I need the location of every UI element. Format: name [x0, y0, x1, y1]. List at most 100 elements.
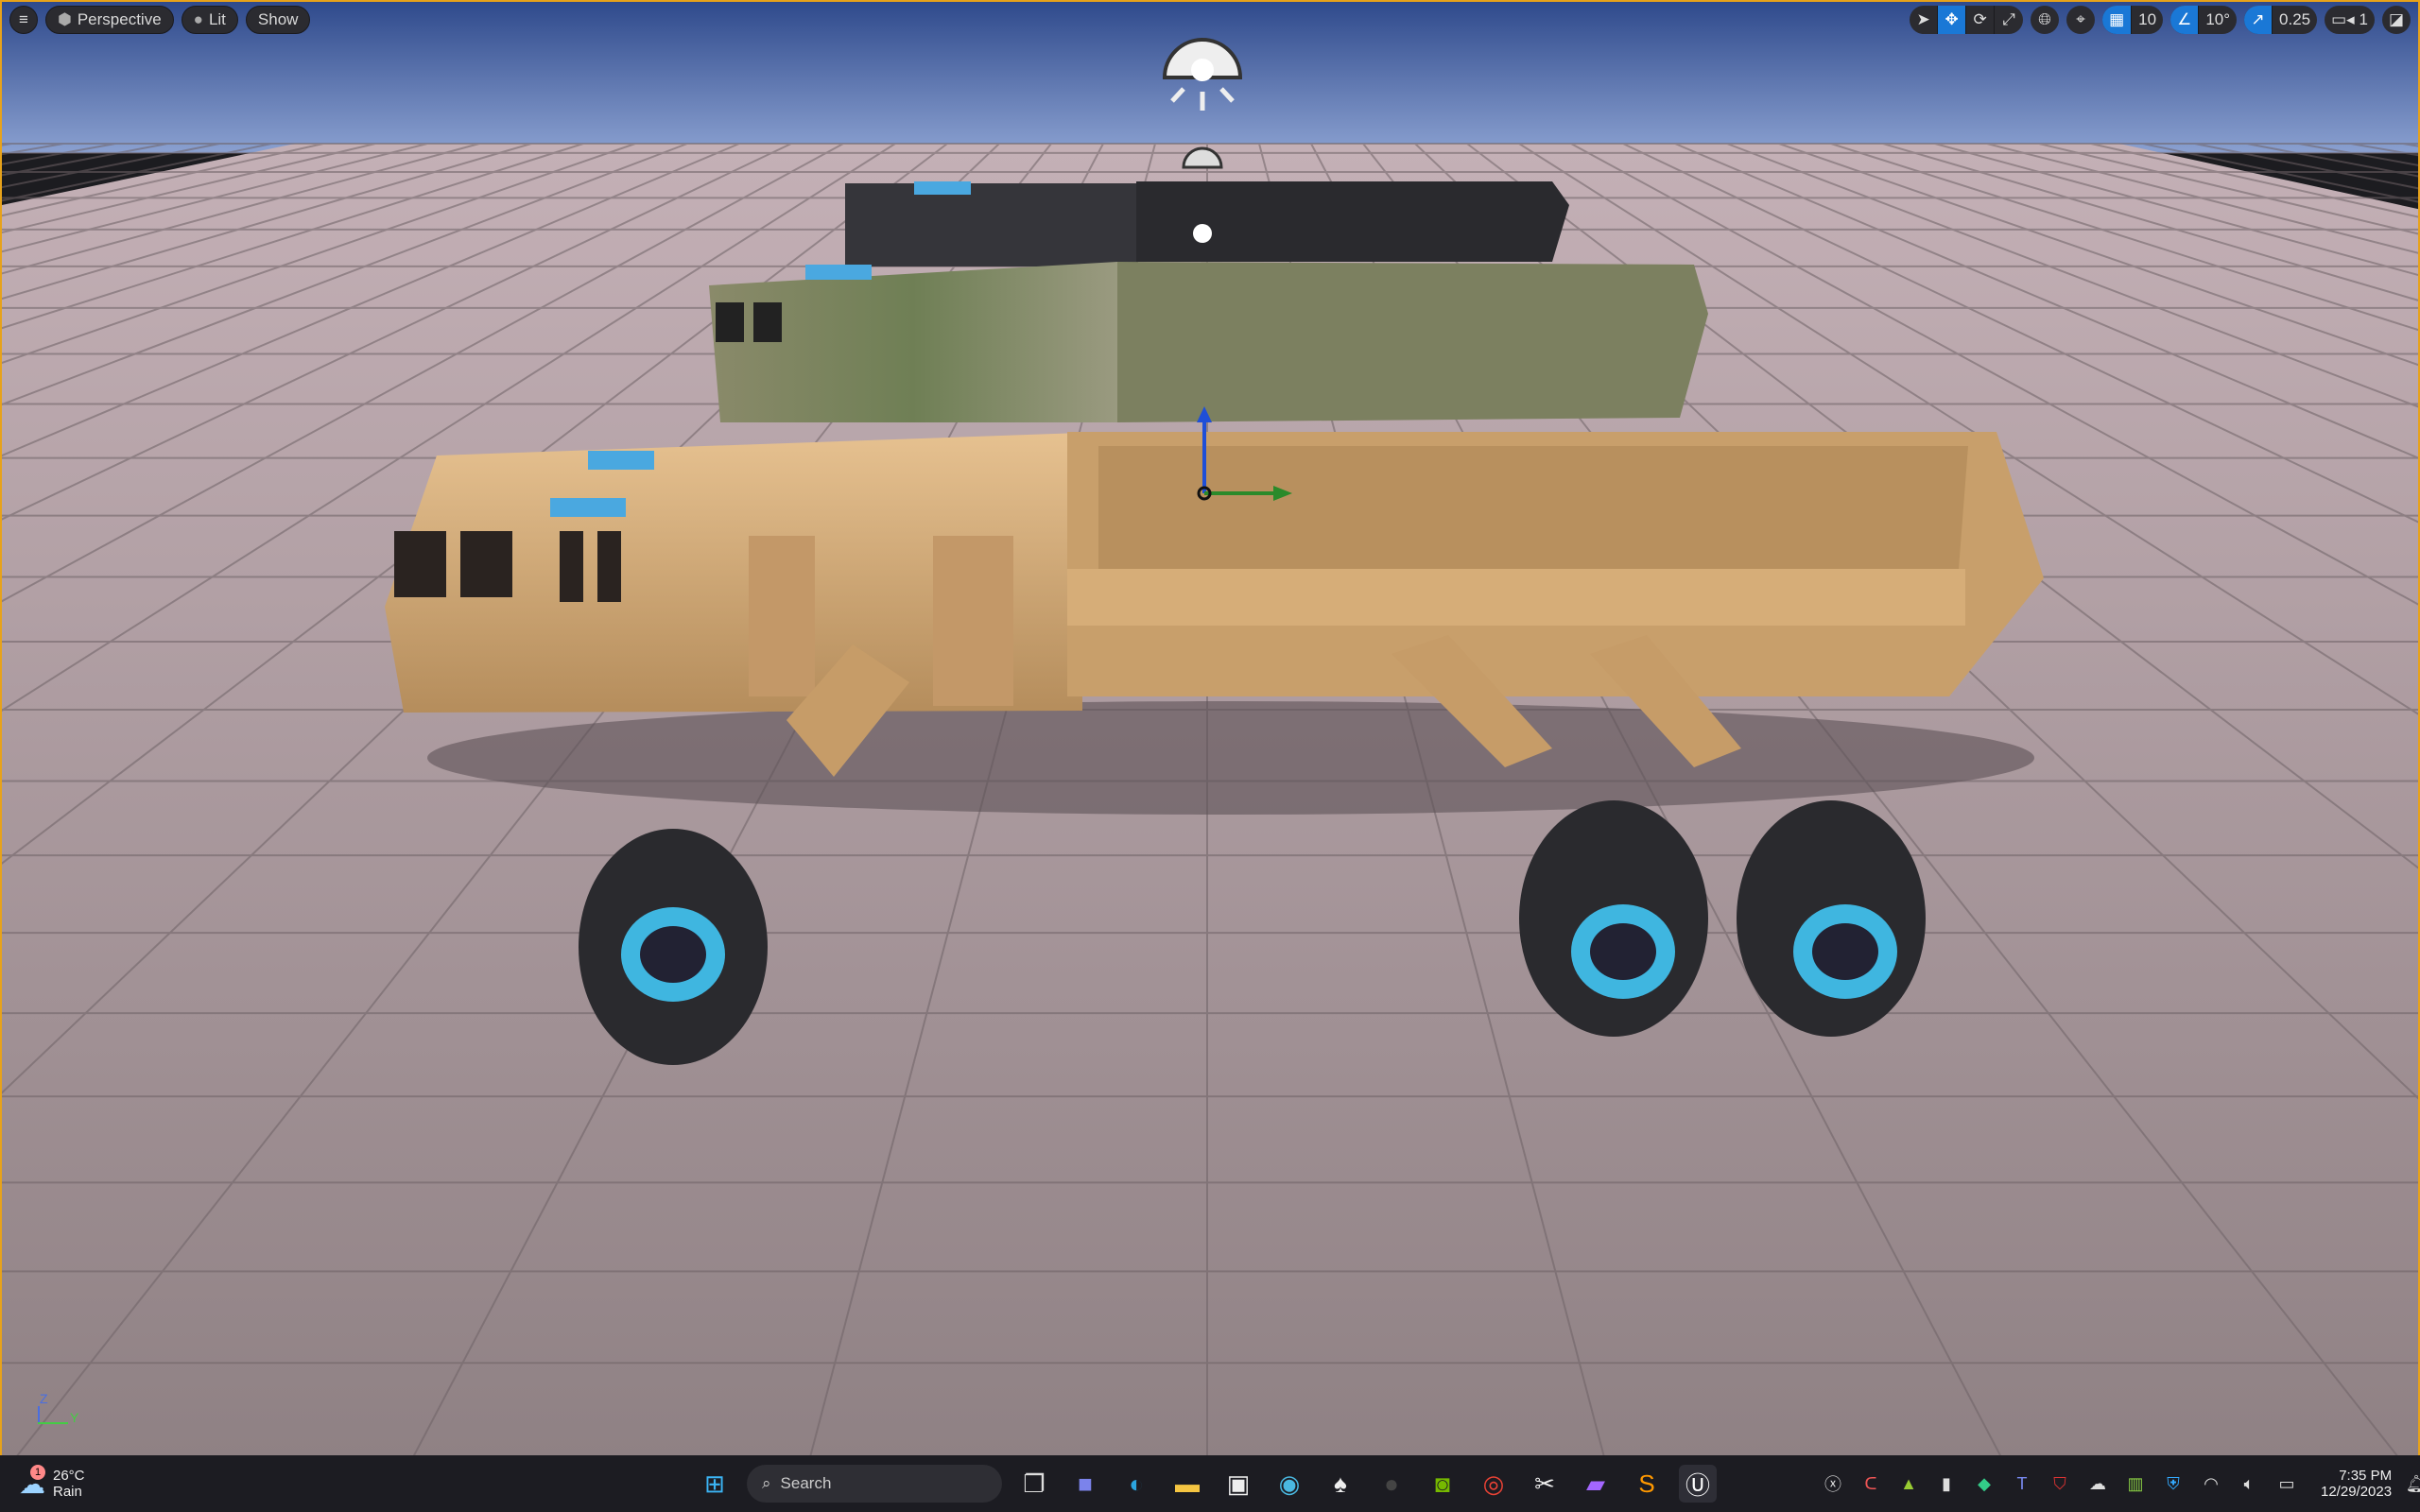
weather-temp: 26°C [53, 1468, 85, 1484]
grid-icon: ▦ [2109, 10, 2125, 28]
search-icon: ⌕ [762, 1474, 771, 1492]
select-mode-button[interactable]: ➤ [1910, 6, 1939, 34]
paint-app[interactable]: ◉ [1270, 1465, 1308, 1503]
vehicle-dark[interactable] [845, 181, 1569, 266]
sublime-app[interactable]: S [1628, 1465, 1666, 1503]
clipchamp-app[interactable]: ▰ [1577, 1465, 1615, 1503]
clipchamp-icon: ▰ [1586, 1469, 1605, 1498]
snip-icon: ✂ [1534, 1469, 1555, 1498]
folder-icon: ▬ [1175, 1469, 1200, 1498]
store-icon: ▣ [1226, 1469, 1251, 1498]
tray-app-icon[interactable]: ᑕ [1858, 1474, 1884, 1494]
maximize-icon: ◪ [2388, 10, 2404, 28]
scale-icon: ⤢ [2002, 10, 2015, 28]
tray-green-icon[interactable]: ◆ [1971, 1474, 1997, 1494]
perspective-button[interactable]: ⬢ Perspective [45, 6, 174, 34]
show-button[interactable]: Show [245, 6, 311, 34]
scale-arrow-icon: ↗ [2251, 10, 2265, 28]
onedrive-icon[interactable]: ☁ [2084, 1474, 2111, 1494]
xbox-icon[interactable]: ⓧ [1820, 1471, 1846, 1496]
sublime-icon: S [1638, 1469, 1655, 1498]
grid-snap-toggle[interactable]: ▦ [2102, 6, 2133, 34]
notification-bell-icon[interactable]: 🔔︎ [2403, 1474, 2420, 1494]
dark-app-icon: ● [1384, 1469, 1399, 1498]
weather-widget[interactable]: ☁ 1 26°C Rain [19, 1464, 85, 1500]
wheel [579, 829, 768, 1065]
task-view-icon: ❐ [1023, 1469, 1046, 1498]
camera-speed-button[interactable]: ▭◂ 1 [2325, 6, 2375, 34]
surface-snap-icon: ⌖ [2076, 10, 2085, 28]
unreal-icon: Ⓤ [1685, 1470, 1710, 1500]
lit-label: Lit [208, 10, 226, 28]
viewport-menu-button[interactable]: ≡ [9, 6, 38, 34]
time: 7:35 PM [2339, 1468, 2393, 1484]
edge-app[interactable]: ◐ [1117, 1465, 1155, 1503]
chrome-icon: ◎ [1482, 1469, 1505, 1498]
dark-app[interactable]: ● [1373, 1465, 1410, 1503]
battery-icon[interactable]: ▭ [2273, 1474, 2300, 1494]
file-explorer-app[interactable]: ▬ [1168, 1465, 1206, 1503]
alienware-app[interactable]: ♠ [1322, 1465, 1359, 1503]
start-button[interactable]: ⊞ [696, 1465, 734, 1503]
axis-z-label: Z [40, 1391, 48, 1406]
nvidia-app[interactable]: ◙ [1424, 1465, 1461, 1503]
volume-icon[interactable]: 🔈︎ [2236, 1474, 2262, 1494]
store-app[interactable]: ▣ [1219, 1465, 1257, 1503]
taskbar: ☁ 1 26°C Rain ⊞ ⌕ Search ❐ ■ ◐ ▬ ▣ ◉ ♠ ● ◙ … [0, 1455, 2420, 1512]
mcafee-icon[interactable]: ⛉ [2047, 1474, 2073, 1494]
rotation-snap-toggle[interactable]: ∠ [2170, 6, 2200, 34]
rotate-icon: ⟳ [1973, 10, 1987, 28]
show-label: Show [257, 10, 299, 28]
edge-icon: ◐ [1129, 1469, 1144, 1498]
maximize-viewport-button[interactable]: ◪ [2382, 6, 2411, 34]
level-viewport[interactable]: ≡ ⬢ Perspective ● Lit Show ➤ ✥ ⟳ ⤢ 🌐︎ ⌖ ▦ … [0, 0, 2420, 1455]
rotate-mode-button[interactable]: ⟳ [1966, 6, 1996, 34]
defender-icon[interactable]: ⛨ [2160, 1474, 2187, 1494]
scale-mode-button[interactable]: ⤢ [1995, 6, 2023, 34]
unreal-engine-app[interactable]: Ⓤ [1679, 1465, 1717, 1503]
date: 12/29/2023 [2321, 1484, 2393, 1500]
windows-icon: ⊞ [704, 1469, 725, 1498]
teams-icon[interactable]: T [2009, 1474, 2035, 1494]
surface-snap-button[interactable]: ⌖ [2066, 6, 2095, 34]
tray-warning-icon[interactable]: ▲ [1895, 1474, 1922, 1494]
lit-button[interactable]: ● Lit [181, 6, 238, 34]
hamburger-icon: ≡ [19, 10, 28, 28]
camera-icon: ▭◂ [2331, 10, 2355, 28]
task-view-button[interactable]: ❐ [1015, 1465, 1053, 1503]
search-placeholder: Search [780, 1474, 832, 1492]
epic-games-icon[interactable]: ▮ [1933, 1474, 1960, 1494]
search-box[interactable]: ⌕ Search [747, 1465, 1002, 1503]
wifi-icon[interactable]: ◠ [2198, 1474, 2224, 1494]
translate-mode-button[interactable]: ✥ [1938, 6, 1967, 34]
cursor-icon: ➤ [1916, 10, 1930, 28]
axis-indicator: Z Y [30, 1391, 87, 1429]
tray-meter-icon[interactable]: ▥ [2122, 1474, 2149, 1494]
vehicle-camo[interactable] [709, 262, 1708, 422]
camera-speed-value: 1 [2359, 10, 2368, 28]
sphere-icon: ● [193, 10, 203, 28]
teams-chat-app[interactable]: ■ [1066, 1465, 1104, 1503]
move-icon: ✥ [1945, 10, 1959, 28]
scene-render[interactable] [2, 2, 2420, 1455]
point-light-icon[interactable] [1193, 224, 1212, 243]
chat-icon: ■ [1078, 1469, 1093, 1498]
weather-desc: Rain [53, 1484, 82, 1500]
world-space-button[interactable]: 🌐︎ [2031, 6, 2059, 34]
globe-icon: 🌐︎ [2038, 10, 2051, 28]
angle-icon: ∠ [2177, 10, 2192, 28]
wheel [1519, 800, 1708, 1037]
weather-badge: 1 [30, 1464, 45, 1480]
directional-light-icon[interactable] [1162, 38, 1243, 111]
rotation-snap-value[interactable]: 10° [2199, 6, 2237, 34]
scale-snap-toggle[interactable]: ↗ [2244, 6, 2273, 34]
snipping-tool-app[interactable]: ✂ [1526, 1465, 1564, 1503]
grid-snap-value[interactable]: 10 [2132, 6, 2163, 34]
chrome-app[interactable]: ◎ [1475, 1465, 1512, 1503]
clock[interactable]: 7:35 PM 12/29/2023 [2321, 1468, 2392, 1500]
rain-cloud-icon: ☁ 1 [19, 1464, 45, 1499]
axis-y-label: Y [70, 1410, 79, 1425]
scale-snap-value[interactable]: 0.25 [2273, 6, 2317, 34]
cube-icon: ⬢ [58, 10, 72, 28]
wheel [1737, 800, 1926, 1037]
